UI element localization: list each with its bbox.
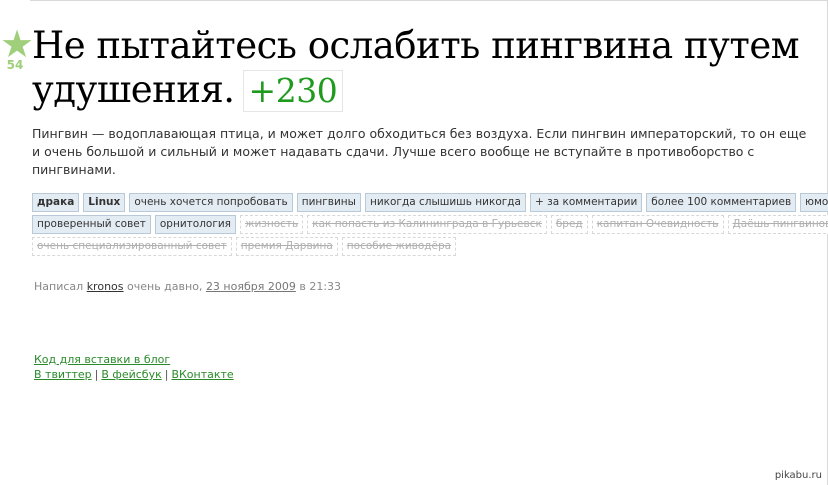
post-title: Не пытайтесь ослабить пингвина путем уду… [32,24,822,112]
share-links: Код для вставки в блог В твиттер | В фейсб… [34,352,234,382]
post-rating: +230 [242,70,344,112]
tag[interactable]: проверенный совет [32,215,151,234]
tag-rejected[interactable]: Даёшь пингвинов! [727,215,828,234]
facebook-link[interactable]: В фейсбук [101,368,161,381]
top-border [30,0,828,1]
vote-star[interactable]: ★ 54 [0,25,34,71]
date-link[interactable]: 23 ноября 2009 [206,280,296,293]
post-body: Пингвин — водоплавающая птица, и может д… [32,126,807,177]
embed-code-link[interactable]: Код для вставки в блог [34,353,170,366]
twitter-link[interactable]: В твиттер [34,368,92,381]
tags-row-1: драка Linux очень хочется попробовать пингв… [32,193,828,215]
tag[interactable]: более 100 комментариев [646,193,797,212]
tag-rejected[interactable]: пособие живодёра [341,237,457,256]
tag[interactable]: юмор [800,193,828,212]
tag[interactable]: орнитология [154,215,236,234]
tags-row-3: очень специализированный совет премия Дар… [32,237,802,259]
tag[interactable]: очень хочется попробовать [129,193,293,212]
separator: | [164,368,169,381]
byline-time: в 21:33 [299,280,342,293]
tags-row-2: проверенный совет орнитология жизность как … [32,215,828,237]
tag[interactable]: пингвины [296,193,361,212]
tag-rejected[interactable]: премия Дарвина [235,237,338,256]
post-byline: Написал kronos очень давно, 23 ноября 20… [34,280,341,293]
post-title-text: Не пытайтесь ослабить пингвина путем уду… [32,24,800,111]
tag-rejected[interactable]: как попасть из Калининграда в Гурьевск [307,215,547,234]
author-link[interactable]: kronos [87,280,124,293]
tag[interactable]: драка [32,193,80,212]
tag[interactable]: никогда слышишь никогда [364,193,526,212]
tag-rejected[interactable]: бред [550,215,588,234]
tag-list: драка Linux очень хочется попробовать пингв… [32,193,828,259]
vkontakte-link[interactable]: ВКонтакте [171,368,233,381]
tag[interactable]: Linux [83,193,126,212]
tag-rejected[interactable]: капитан Очевидность [591,215,724,234]
tag[interactable]: + за комментарии [529,193,643,212]
tag-rejected[interactable]: очень специализированный совет [32,237,232,256]
star-icon[interactable]: ★ [0,25,34,63]
tag-rejected[interactable]: жизность [240,215,304,234]
byline-when: очень давно, [127,280,203,293]
byline-prefix: Написал [34,280,84,293]
separator: | [94,368,99,381]
site-watermark: pikabu.ru [774,470,822,481]
